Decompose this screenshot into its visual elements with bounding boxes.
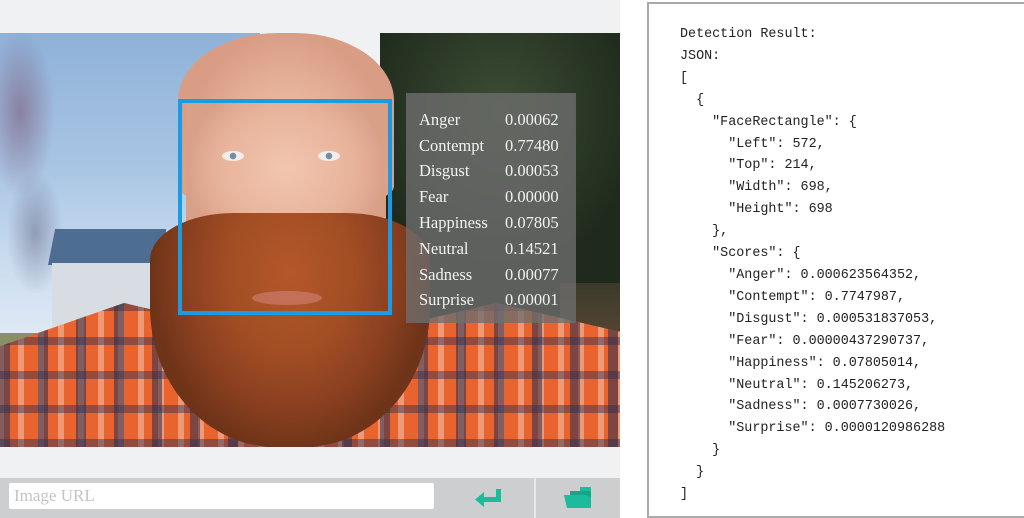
result-line: "Happiness": 0.07805014,: [680, 355, 922, 371]
result-line: "FaceRectangle": {: [680, 114, 857, 130]
image-url-input[interactable]: [9, 483, 434, 509]
detection-result-json: Detection Result: JSON: [ { "FaceRectangle…: [680, 24, 945, 506]
result-line: "Neutral": 0.145206273,: [680, 377, 914, 393]
result-line: ]: [680, 487, 689, 503]
result-line: "Height": 698: [680, 202, 833, 218]
score-row-anger: Anger 0.00062: [419, 107, 576, 133]
score-label: Anger: [419, 109, 461, 129]
result-line: JSON:: [680, 48, 721, 64]
url-bar: [0, 478, 620, 518]
score-row-happiness: Happiness 0.07805: [419, 210, 576, 236]
score-label: Fear: [419, 187, 449, 207]
score-row-fear: Fear 0.00000: [419, 184, 576, 210]
score-value: 0.00053: [505, 161, 559, 181]
score-value: 0.14521: [505, 238, 559, 258]
result-line: "Top": 214,: [680, 158, 817, 174]
result-line: "Contempt": 0.7747987,: [680, 289, 905, 305]
app-panel: Anger 0.00062 Contempt 0.77480 Disgust 0…: [0, 0, 620, 518]
score-label: Sadness: [419, 264, 473, 284]
score-label: Disgust: [419, 161, 470, 181]
result-line: }: [680, 465, 705, 481]
result-line: },: [680, 224, 729, 240]
result-line: Detection Result:: [680, 27, 817, 42]
score-row-contempt: Contempt 0.77480: [419, 133, 576, 159]
result-line: "Width": 698,: [680, 180, 833, 196]
detection-result-panel: Detection Result: JSON: [ { "FaceRectangle…: [647, 2, 1024, 518]
face-rectangle: [178, 99, 392, 315]
result-line: [: [680, 70, 689, 86]
score-value: 0.00062: [505, 109, 559, 129]
result-line: }: [680, 443, 721, 459]
score-row-sadness: Sadness 0.00077: [419, 262, 576, 288]
result-line: "Disgust": 0.000531837053,: [680, 311, 938, 327]
result-line: "Left": 572,: [680, 136, 825, 152]
score-row-disgust: Disgust 0.00053: [419, 159, 576, 185]
result-line: {: [680, 92, 705, 108]
result-line: "Sadness": 0.0007730026,: [680, 399, 922, 415]
score-value: 0.07805: [505, 213, 559, 233]
score-value: 0.00000: [505, 187, 559, 207]
score-row-neutral: Neutral 0.14521: [419, 236, 576, 262]
score-label: Contempt: [419, 135, 485, 155]
uploaded-photo: Anger 0.00062 Contempt 0.77480 Disgust 0…: [0, 33, 620, 447]
photo-house-roof: [48, 229, 166, 265]
open-file-button[interactable]: [536, 478, 620, 518]
result-line: "Surprise": 0.0000120986288: [680, 421, 946, 437]
score-value: 0.77480: [505, 135, 559, 155]
result-line: "Scores": {: [680, 246, 801, 262]
result-line: "Fear": 0.00000437290737,: [680, 333, 930, 349]
score-value: 0.00001: [505, 290, 559, 310]
result-line: "Anger": 0.000623564352,: [680, 267, 922, 283]
submit-url-button[interactable]: [443, 478, 534, 518]
score-row-surprise: Surprise 0.00001: [419, 288, 576, 314]
score-value: 0.00077: [505, 264, 559, 284]
score-label: Surprise: [419, 290, 474, 310]
emotion-scores-overlay: Anger 0.00062 Contempt 0.77480 Disgust 0…: [406, 93, 576, 323]
score-label: Neutral: [419, 238, 469, 258]
score-label: Happiness: [419, 213, 488, 233]
folder-open-icon: [564, 487, 591, 508]
enter-arrow-icon: [474, 489, 501, 507]
